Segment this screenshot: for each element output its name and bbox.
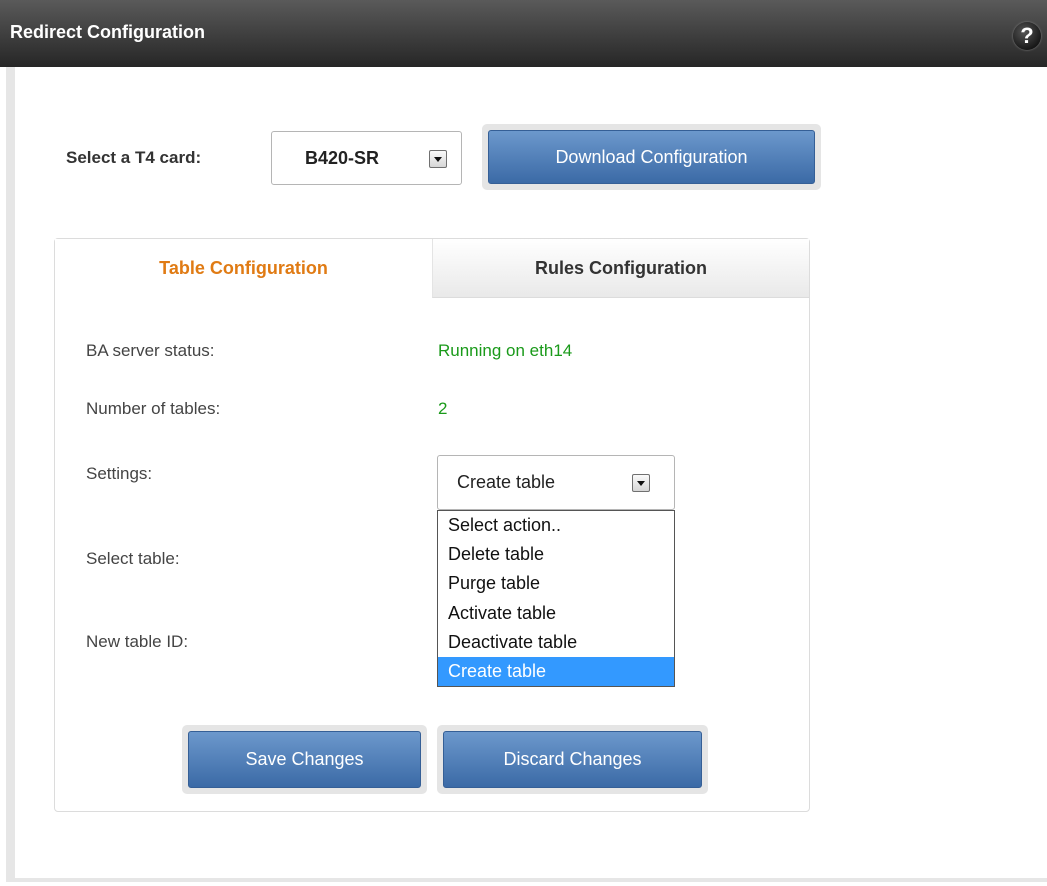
- save-changes-button[interactable]: Save Changes: [188, 731, 421, 788]
- option-select-action[interactable]: Select action..: [438, 511, 674, 540]
- new-table-id-label: New table ID:: [86, 632, 189, 651]
- option-delete-table[interactable]: Delete table: [438, 540, 674, 569]
- help-icon[interactable]: ?: [1013, 22, 1041, 50]
- settings-dropdown-list: Select action.. Delete table Purge table…: [437, 510, 675, 687]
- option-purge-table[interactable]: Purge table: [438, 569, 674, 598]
- chevron-down-icon[interactable]: [429, 150, 447, 168]
- tab-rules-configuration[interactable]: Rules Configuration: [432, 239, 809, 298]
- option-deactivate-table[interactable]: Deactivate table: [438, 628, 674, 657]
- settings-select[interactable]: Create table: [437, 455, 675, 510]
- number-of-tables-value: 2: [438, 399, 448, 418]
- option-create-table[interactable]: Create table: [438, 656, 674, 687]
- select-table-label: Select table:: [86, 549, 180, 568]
- card-select-value: B420-SR: [305, 148, 380, 168]
- number-of-tables-label: Number of tables:: [86, 399, 221, 418]
- ba-server-status-label: BA server status:: [86, 341, 215, 360]
- chevron-down-icon[interactable]: [632, 474, 650, 492]
- tab-table-configuration[interactable]: Table Configuration: [55, 239, 432, 298]
- save-button-frame: Save Changes: [182, 725, 427, 794]
- option-activate-table[interactable]: Activate table: [438, 599, 674, 628]
- settings-label: Settings:: [86, 464, 153, 483]
- discard-changes-button[interactable]: Discard Changes: [443, 731, 702, 788]
- title-bar: Redirect Configuration ?: [0, 0, 1047, 67]
- ba-server-status-value: Running on eth14: [438, 341, 573, 360]
- card-select[interactable]: B420-SR: [271, 131, 462, 185]
- settings-select-value: Create table: [457, 472, 556, 492]
- download-configuration-button[interactable]: Download Configuration: [488, 130, 815, 184]
- card-select-label: Select a T4 card:: [66, 148, 202, 167]
- page-title: Redirect Configuration: [10, 22, 206, 42]
- discard-button-frame: Discard Changes: [437, 725, 708, 794]
- download-button-frame: Download Configuration: [482, 124, 821, 190]
